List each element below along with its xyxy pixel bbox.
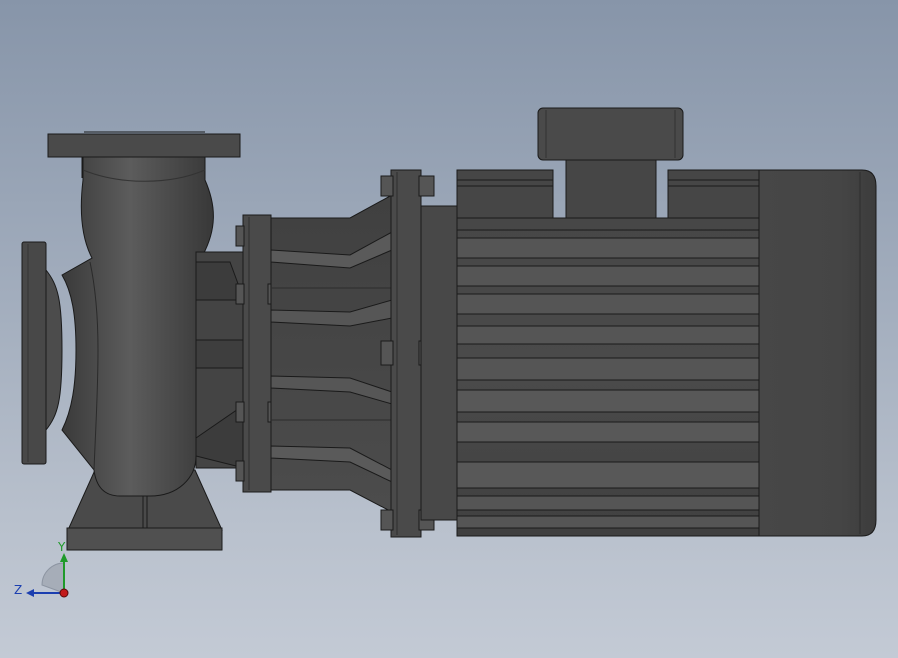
pump-model-view[interactable]: Y Z xyxy=(0,0,898,658)
z-axis-label: Z xyxy=(14,583,22,597)
motor-body xyxy=(456,169,761,537)
suction-flange xyxy=(21,241,63,465)
motor-side-flange xyxy=(390,169,422,538)
y-axis-label: Y xyxy=(57,540,66,554)
pump-side-flange xyxy=(242,214,272,493)
motor-end-cap xyxy=(758,169,877,537)
volute-casing xyxy=(61,154,214,497)
motor-bracket xyxy=(270,194,393,513)
coordinate-triad: Y Z xyxy=(14,540,69,598)
triad-origin-icon xyxy=(59,588,69,598)
triad-arc-icon xyxy=(41,562,65,594)
motor-neck xyxy=(420,205,459,521)
y-axis-arrowhead-icon xyxy=(60,553,68,562)
cad-viewport[interactable]: Y Z xyxy=(0,0,898,658)
terminal-box xyxy=(537,107,684,221)
z-axis-arrowhead-icon xyxy=(26,589,34,597)
